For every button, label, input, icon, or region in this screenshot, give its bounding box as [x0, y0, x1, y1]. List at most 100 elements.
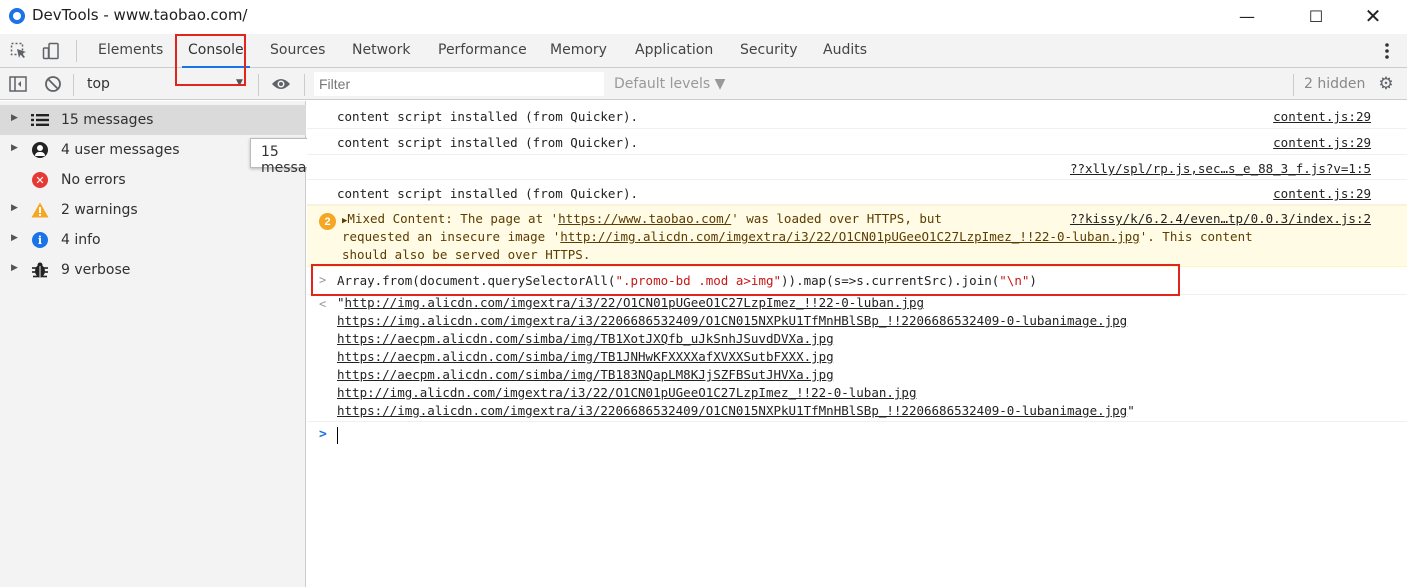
sidebar-item-label: 9 verbose	[61, 262, 131, 278]
log-source-link[interactable]: content.js:29	[1273, 135, 1371, 150]
sidebar-item-label: 15 messages	[61, 112, 154, 128]
log-text: content script installed (from Quicker).	[337, 186, 639, 201]
sidebar-item-label: 4 info	[61, 232, 101, 248]
hidden-messages-count: 2 hidden	[1304, 76, 1366, 92]
tab-security[interactable]: Security	[740, 34, 798, 68]
log-source-link[interactable]: content.js:29	[1273, 109, 1371, 124]
panel-tab-bar: Elements Console Sources Network Perform…	[0, 34, 1407, 91]
sidebar-item-info[interactable]: ▶ i 4 info	[0, 225, 306, 255]
log-levels-dropdown[interactable]: Default levels ▼	[614, 76, 725, 92]
more-options-button[interactable]	[1376, 40, 1398, 62]
show-console-sidebar-button[interactable]	[7, 73, 29, 95]
toolbar-separator	[73, 74, 74, 96]
close-button[interactable]: ✕	[1350, 0, 1396, 32]
result-url-link[interactable]: http://img.alicdn.com/imgextra/i3/22/O1C…	[337, 385, 916, 400]
sidebar-item-warnings[interactable]: ▶ 2 warnings	[0, 195, 306, 225]
toolbar-separator	[304, 74, 305, 96]
warning-text-line: requested an insecure image 'http://img.…	[342, 229, 1253, 244]
console-log-message: content script installed (from Quicker).…	[307, 104, 1407, 129]
log-source-link[interactable]: ??xlly/spl/rp.js,sec…s_e_88_3_f.js?v=1:5	[1070, 161, 1371, 176]
sidebar-panel-icon	[9, 76, 27, 92]
expand-arrow-icon[interactable]: ▶	[11, 113, 18, 123]
tab-audits[interactable]: Audits	[823, 34, 867, 68]
tab-memory[interactable]: Memory	[550, 34, 607, 68]
result-url-line: "http://img.alicdn.com/imgextra/i3/22/O1…	[337, 295, 925, 310]
expand-arrow-icon[interactable]: ▶	[11, 203, 18, 213]
inspect-element-button[interactable]	[8, 40, 30, 62]
filter-input[interactable]	[314, 72, 604, 96]
console-log-message: content script installed (from Quicker).…	[307, 180, 1407, 205]
list-icon	[31, 112, 49, 128]
warning-repeat-count-badge: 2	[319, 213, 336, 230]
result-url-link[interactable]: https://aecpm.alicdn.com/simba/img/TB1JN…	[337, 349, 834, 364]
console-result-entry: < "http://img.alicdn.com/imgextra/i3/22/…	[307, 295, 1407, 422]
warning-source-link[interactable]: ??kissy/k/6.2.4/even…tp/0.0.3/index.js:2	[1070, 211, 1371, 226]
console-input-caret[interactable]	[337, 427, 338, 444]
gear-icon: ⚙	[1378, 74, 1394, 94]
sidebar-item-label: 4 user messages	[61, 142, 180, 158]
console-command-entry: > Array.from(document.querySelectorAll("…	[307, 267, 1407, 295]
result-url-line: https://img.alicdn.com/imgextra/i3/22066…	[337, 313, 1127, 328]
warning-text-line: should also be served over HTTPS.	[342, 247, 591, 262]
context-dropdown-arrow-icon: ▼	[236, 78, 243, 88]
tab-separator	[76, 40, 77, 62]
warning-page-link[interactable]: https://www.taobao.com/	[558, 211, 731, 226]
clear-console-button[interactable]	[42, 73, 64, 95]
console-messages-area[interactable]: content script installed (from Quicker).…	[307, 101, 1407, 587]
sidebar-item-all-messages[interactable]: ▶ 15 messages	[0, 105, 306, 135]
warning-image-link[interactable]: http://img.alicdn.com/imgextra/i3/22/O1C…	[560, 229, 1139, 244]
device-mode-icon	[42, 42, 59, 60]
info-icon: i	[32, 232, 48, 248]
tab-application[interactable]: Application	[635, 34, 713, 68]
result-arrow-icon: <	[319, 297, 327, 311]
expand-arrow-icon[interactable]: ▶	[11, 143, 18, 153]
block-icon	[45, 76, 61, 92]
console-settings-button[interactable]: ⚙	[1375, 73, 1397, 95]
sidebar-item-verbose[interactable]: ▶ 9 verbose	[0, 255, 306, 285]
log-source-link[interactable]: content.js:29	[1273, 186, 1371, 201]
title-bar: DevTools - www.taobao.com/ — ☐ ✕	[0, 0, 1407, 32]
warning-text-line: ▶Mixed Content: The page at 'https://www…	[342, 211, 942, 226]
sidebar-item-label: No errors	[61, 172, 126, 188]
command-code: Array.from(document.querySelectorAll(".p…	[337, 273, 1037, 288]
result-url-line: http://img.alicdn.com/imgextra/i3/22/O1C…	[337, 385, 916, 400]
result-url-line: https://aecpm.alicdn.com/simba/img/TB1Xo…	[337, 331, 834, 346]
toolbar-separator	[258, 74, 259, 96]
log-text: content script installed (from Quicker).	[337, 109, 639, 124]
vertical-dots-icon	[1385, 43, 1389, 59]
bug-icon	[31, 262, 49, 278]
sidebar-item-label: 2 warnings	[61, 202, 138, 218]
devtools-app-icon	[9, 8, 25, 24]
log-text: content script installed (from Quicker).	[337, 135, 639, 150]
eye-icon	[272, 79, 290, 89]
tab-elements[interactable]: Elements	[98, 34, 163, 68]
toolbar-separator	[1293, 74, 1294, 96]
tab-performance[interactable]: Performance	[438, 34, 527, 68]
error-icon: ✕	[32, 172, 48, 188]
result-url-link[interactable]: https://img.alicdn.com/imgextra/i3/22066…	[337, 403, 1127, 418]
input-chevron-icon: >	[319, 273, 327, 287]
result-url-link[interactable]: http://img.alicdn.com/imgextra/i3/22/O1C…	[345, 295, 924, 310]
result-url-line: https://img.alicdn.com/imgextra/i3/22066…	[337, 403, 1135, 418]
live-expression-button[interactable]	[270, 73, 292, 95]
inspect-cursor-icon	[10, 42, 26, 58]
result-url-link[interactable]: https://aecpm.alicdn.com/simba/img/TB1Xo…	[337, 331, 834, 346]
warning-icon	[31, 202, 49, 218]
result-url-link[interactable]: https://img.alicdn.com/imgextra/i3/22066…	[337, 313, 1127, 328]
expand-arrow-icon[interactable]: ▶	[11, 233, 18, 243]
tab-console[interactable]: Console	[182, 34, 250, 68]
console-log-message: content script installed (from Quicker).…	[307, 129, 1407, 155]
javascript-context-select[interactable]: top	[87, 76, 110, 92]
tab-network[interactable]: Network	[352, 34, 410, 68]
console-log-message: ??xlly/spl/rp.js,sec…s_e_88_3_f.js?v=1:5	[307, 155, 1407, 180]
expand-arrow-icon[interactable]: ▶	[11, 263, 18, 273]
device-toolbar-button[interactable]	[40, 40, 62, 62]
result-url-line: https://aecpm.alicdn.com/simba/img/TB1JN…	[337, 349, 834, 364]
maximize-button[interactable]: ☐	[1293, 0, 1339, 32]
console-prompt-icon: >	[319, 427, 327, 442]
result-url-link[interactable]: https://aecpm.alicdn.com/simba/img/TB183…	[337, 367, 834, 382]
tab-sources[interactable]: Sources	[270, 34, 325, 68]
window-title: DevTools - www.taobao.com/	[32, 6, 248, 24]
minimize-button[interactable]: —	[1224, 0, 1270, 32]
result-url-line: https://aecpm.alicdn.com/simba/img/TB183…	[337, 367, 834, 382]
